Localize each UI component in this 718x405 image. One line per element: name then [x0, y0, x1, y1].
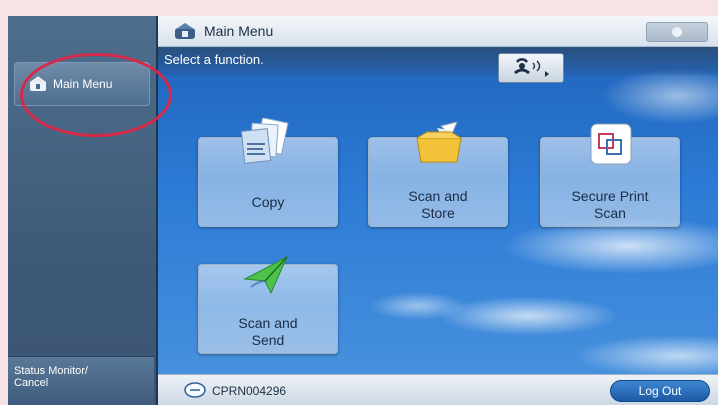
- scan-send-icon: [243, 255, 289, 295]
- user-id-label: CPRN004296: [212, 384, 287, 398]
- tile-label: Scan: [594, 205, 626, 221]
- tile-label: Store: [421, 205, 455, 221]
- title-bar: Main Menu: [158, 16, 718, 47]
- indicator-icon: [672, 27, 682, 37]
- scan-and-store-tile[interactable]: Scan and Store: [368, 122, 508, 227]
- device-frame: Main Menu Status Monitor/ Cancel Main Me…: [0, 0, 718, 405]
- log-out-button[interactable]: Log Out: [610, 380, 710, 402]
- scan-and-send-tile[interactable]: Scan and Send: [198, 255, 338, 354]
- nfc-button[interactable]: [498, 53, 564, 83]
- tile-label: Send: [251, 332, 285, 348]
- status-monitor-label-line2: Cancel: [14, 377, 49, 389]
- main-panel: Main Menu Select a function. Copy Scan a…: [158, 16, 718, 405]
- copy-tile[interactable]: Copy: [198, 118, 338, 227]
- message-icon: [184, 382, 206, 398]
- tile-label: Copy: [251, 194, 285, 210]
- touch-screen: Main Menu Status Monitor/ Cancel Main Me…: [8, 16, 718, 405]
- home-menu-icon: [30, 76, 46, 91]
- status-monitor-cancel-button[interactable]: Status Monitor/ Cancel: [8, 356, 154, 405]
- tile-label: Scan and: [238, 315, 298, 331]
- copy-icon: [240, 118, 289, 164]
- home-menu-icon: [175, 23, 195, 39]
- title-bar-button[interactable]: [646, 22, 708, 42]
- page-title: Main Menu: [204, 23, 274, 39]
- instruction-bar: Select a function.: [158, 47, 718, 83]
- secure-print-icon: [590, 123, 632, 165]
- instruction-text: Select a function.: [164, 52, 264, 67]
- nfc-icon: [514, 58, 549, 77]
- scan-store-icon: [416, 122, 462, 163]
- secure-print-scan-tile[interactable]: Secure Print Scan: [540, 123, 680, 227]
- sidebar-item-main-menu[interactable]: Main Menu: [14, 62, 150, 106]
- tile-label: Secure Print: [571, 188, 649, 204]
- status-monitor-label-line1: Status Monitor/: [14, 365, 88, 377]
- sidebar-item-label: Main Menu: [53, 77, 113, 91]
- tile-label: Scan and: [408, 188, 468, 204]
- sidebar: Main Menu Status Monitor/ Cancel: [8, 16, 158, 405]
- status-bar: CPRN004296 Log Out: [158, 374, 718, 405]
